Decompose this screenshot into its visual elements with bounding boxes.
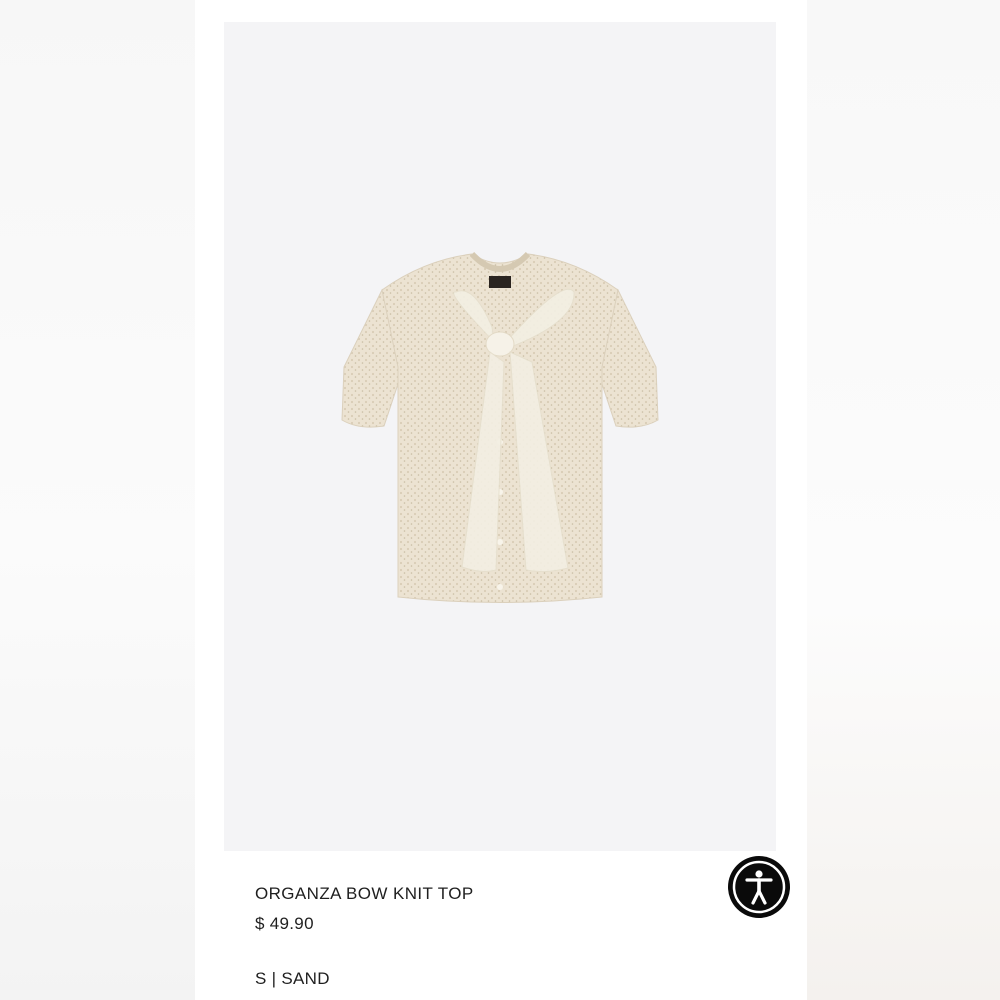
product-title[interactable]: ORGANZA BOW KNIT TOP: [255, 884, 474, 904]
product-variant: S | SAND: [255, 969, 330, 988]
product-price: $ 49.90: [255, 914, 314, 933]
accessibility-icon: [732, 860, 786, 914]
background-blur-left: [0, 0, 195, 1000]
product-card[interactable]: ORGANZA BOW KNIT TOP $ 49.90 S | SAND: [195, 0, 807, 1000]
accessibility-button[interactable]: [728, 856, 790, 918]
knit-top-illustration: [341, 251, 659, 603]
background-blur-right: [807, 0, 1000, 1000]
product-image[interactable]: [224, 22, 776, 851]
